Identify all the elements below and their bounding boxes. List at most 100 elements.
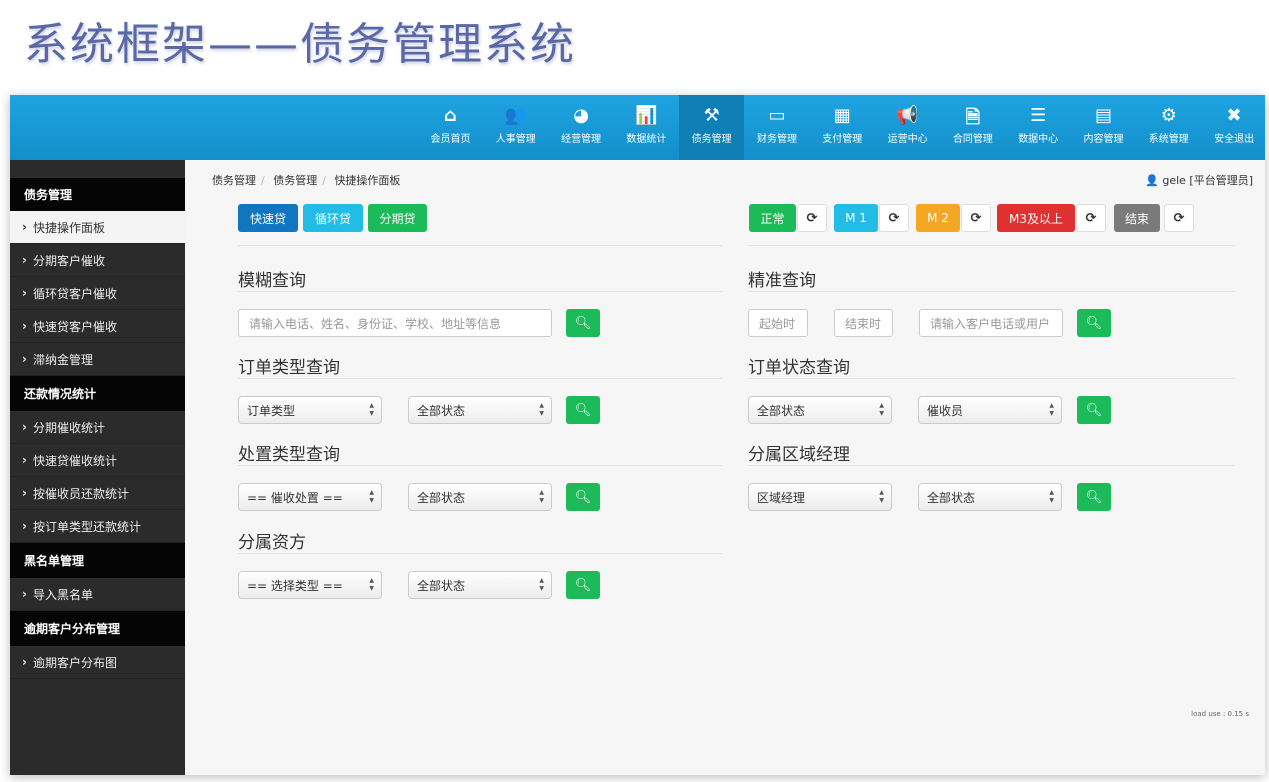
- region-select-2[interactable]: 全部状态 ▲ ▼: [918, 483, 1062, 511]
- select-value: == 催收处置 ==: [247, 490, 343, 505]
- pdf-file-icon: 🗎: [965, 107, 981, 128]
- search-button[interactable]: 🔍︎: [566, 571, 600, 599]
- refresh-icon[interactable]: ⟳: [961, 204, 991, 232]
- status-closed-button[interactable]: 结束: [1114, 204, 1160, 232]
- load-time: load use : 0.15 s: [1191, 710, 1249, 718]
- search-button[interactable]: 🔍︎: [1077, 309, 1111, 337]
- sidebar-item[interactable]: › 按催收员还款统计: [10, 477, 185, 510]
- chevron-right-icon: ›: [22, 486, 27, 500]
- search-button[interactable]: 🔍︎: [566, 483, 600, 511]
- sidebar-item[interactable]: › 按订单类型还款统计: [10, 510, 185, 543]
- pie-chart-icon: ◕: [573, 105, 589, 126]
- nav-item-8[interactable]: 🗎 合同管理: [940, 95, 1005, 160]
- nav-label: 人事管理: [495, 134, 536, 145]
- nav-item-9[interactable]: ☰ 数据中心: [1006, 95, 1071, 160]
- sidebar: 债务管理 › 快捷操作面板 › 分期客户催收 › 循环贷客户催收 › 快速贷客户催收 › 滞纳金管理…: [10, 160, 185, 775]
- sidebar-item[interactable]: › 逾期客户分布图: [10, 646, 185, 679]
- select-arrows-icon: ▲ ▼: [879, 489, 884, 504]
- search-button[interactable]: 🔍︎: [1077, 396, 1111, 424]
- nav-item-12[interactable]: ✖ 安全退出: [1202, 95, 1265, 160]
- select-value: 全部状态: [417, 403, 466, 418]
- disposal-title: 处置类型查询: [238, 445, 340, 465]
- region-select-1[interactable]: 区域经理 ▲ ▼: [748, 483, 892, 511]
- search-button[interactable]: 🔍︎: [566, 309, 600, 337]
- gavel-icon: ⚒: [703, 105, 720, 126]
- nav-item-0[interactable]: ⌂ 会员首页: [418, 95, 483, 160]
- nav-item-6[interactable]: ▦ 支付管理: [810, 95, 875, 160]
- select-arrows-icon: ▲ ▼: [539, 489, 544, 504]
- nav-item-11[interactable]: ⚙ 系统管理: [1136, 95, 1201, 160]
- funder-select-1[interactable]: == 选择类型 == ▲ ▼: [238, 571, 382, 599]
- funder-select-2[interactable]: 全部状态 ▲ ▼: [408, 571, 552, 599]
- sidebar-item-label: 快速贷催收统计: [32, 453, 117, 468]
- nav-item-3[interactable]: 📊 数据统计: [614, 95, 679, 160]
- bar-chart-icon: 📊: [635, 105, 658, 126]
- search-button[interactable]: 🔍︎: [566, 396, 600, 424]
- select-arrows-icon: ▲ ▼: [369, 577, 374, 592]
- sidebar-item-label: 快捷操作面板: [32, 220, 105, 235]
- order_type-select-1[interactable]: 订单类型 ▲ ▼: [238, 396, 382, 424]
- select-arrows-icon: ▲ ▼: [369, 489, 374, 504]
- order_status-select-1[interactable]: 全部状态 ▲ ▼: [748, 396, 892, 424]
- select-value: 全部状态: [757, 403, 806, 418]
- sidebar-item[interactable]: › 导入黑名单: [10, 578, 185, 611]
- status-normal-button[interactable]: 正常: [749, 204, 796, 232]
- bullhorn-icon: 📢: [896, 105, 919, 126]
- nav-label: 数据中心: [1018, 134, 1059, 145]
- server-icon: ☰: [1030, 105, 1047, 126]
- user-info[interactable]: 👤 gele [平台管理员]: [1145, 172, 1253, 188]
- nav-label: 会员首页: [430, 134, 471, 145]
- order_status-title: 订单状态查询: [748, 358, 850, 378]
- chevron-right-icon: ›: [22, 352, 27, 366]
- installment-loan-button[interactable]: 分期贷: [368, 204, 427, 232]
- fuzzy-search-input[interactable]: 请输入电话、姓名、身份证、学校、地址等信息: [238, 309, 552, 337]
- status-m2-button[interactable]: M 2: [916, 204, 960, 232]
- sidebar-item[interactable]: › 分期催收统计: [10, 411, 185, 444]
- quick-loan-button[interactable]: 快速贷: [238, 204, 298, 232]
- user-icon: 👤: [1145, 174, 1159, 187]
- breadcrumb-item[interactable]: 债务管理: [273, 174, 317, 187]
- nav-item-4[interactable]: ⚒ 债务管理: [679, 95, 745, 160]
- sidebar-section-title: 黑名单管理: [10, 543, 185, 578]
- sidebar-section-title: 逾期客户分布管理: [10, 611, 185, 646]
- order_status-select-2[interactable]: 催收员 ▲ ▼: [918, 396, 1062, 424]
- gears-icon: ⚙: [1160, 105, 1177, 126]
- chevron-right-icon: ›: [22, 319, 27, 333]
- app-window: ⌂ 会员首页 👥 人事管理 ◕ 经营管理 📊 数据统计 ⚒ 债务管理 ▭ 财务管理 ▦ 支付管理 📢 运营中心…: [10, 95, 1265, 775]
- breadcrumb-item[interactable]: 债务管理: [212, 174, 256, 187]
- nav-item-7[interactable]: 📢 运营中心: [875, 95, 940, 160]
- nav-item-1[interactable]: 👥 人事管理: [483, 95, 548, 160]
- start-time-input[interactable]: 起始时: [748, 309, 808, 337]
- divider: [748, 378, 1235, 379]
- nav-label: 合同管理: [952, 134, 993, 145]
- select-arrows-icon: ▲ ▼: [1049, 402, 1054, 417]
- refresh-icon[interactable]: ⟳: [797, 204, 827, 232]
- search-button[interactable]: 🔍︎: [1077, 483, 1111, 511]
- sidebar-item[interactable]: › 循环贷客户催收: [10, 277, 185, 310]
- sidebar-item[interactable]: › 快捷操作面板: [10, 211, 185, 244]
- nav-item-5[interactable]: ▭ 财务管理: [745, 95, 810, 160]
- select-value: 全部状态: [927, 490, 976, 505]
- end-time-input[interactable]: 结束时: [834, 309, 893, 337]
- refresh-icon[interactable]: ⟳: [879, 204, 909, 232]
- disposal-select-2[interactable]: 全部状态 ▲ ▼: [408, 483, 552, 511]
- order_type-select-2[interactable]: 全部状态 ▲ ▼: [408, 396, 552, 424]
- sidebar-item[interactable]: › 滞纳金管理: [10, 343, 185, 376]
- sidebar-item-label: 导入黑名单: [32, 587, 93, 602]
- status-m3-button[interactable]: M3及以上: [997, 204, 1075, 232]
- refresh-icon[interactable]: ⟳: [1076, 204, 1106, 232]
- refresh-icon[interactable]: ⟳: [1164, 204, 1194, 232]
- status-m1-button[interactable]: M 1: [834, 204, 878, 232]
- nav-item-10[interactable]: ▤ 内容管理: [1071, 95, 1136, 160]
- exact-query-title: 精准查询: [748, 271, 816, 291]
- sidebar-item[interactable]: › 快速贷催收统计: [10, 444, 185, 477]
- revolving-loan-button[interactable]: 循环贷: [303, 204, 363, 232]
- divider: [748, 465, 1235, 466]
- disposal-select-1[interactable]: == 催收处置 == ▲ ▼: [238, 483, 382, 511]
- breadcrumb-current: 快捷操作面板: [334, 174, 401, 187]
- sidebar-item[interactable]: › 分期客户催收: [10, 244, 185, 277]
- sidebar-item[interactable]: › 快速贷客户催收: [10, 310, 185, 343]
- customer-input[interactable]: 请输入客户电话或用户: [919, 309, 1063, 337]
- nav-label: 债务管理: [691, 134, 732, 145]
- nav-item-2[interactable]: ◕ 经营管理: [549, 95, 614, 160]
